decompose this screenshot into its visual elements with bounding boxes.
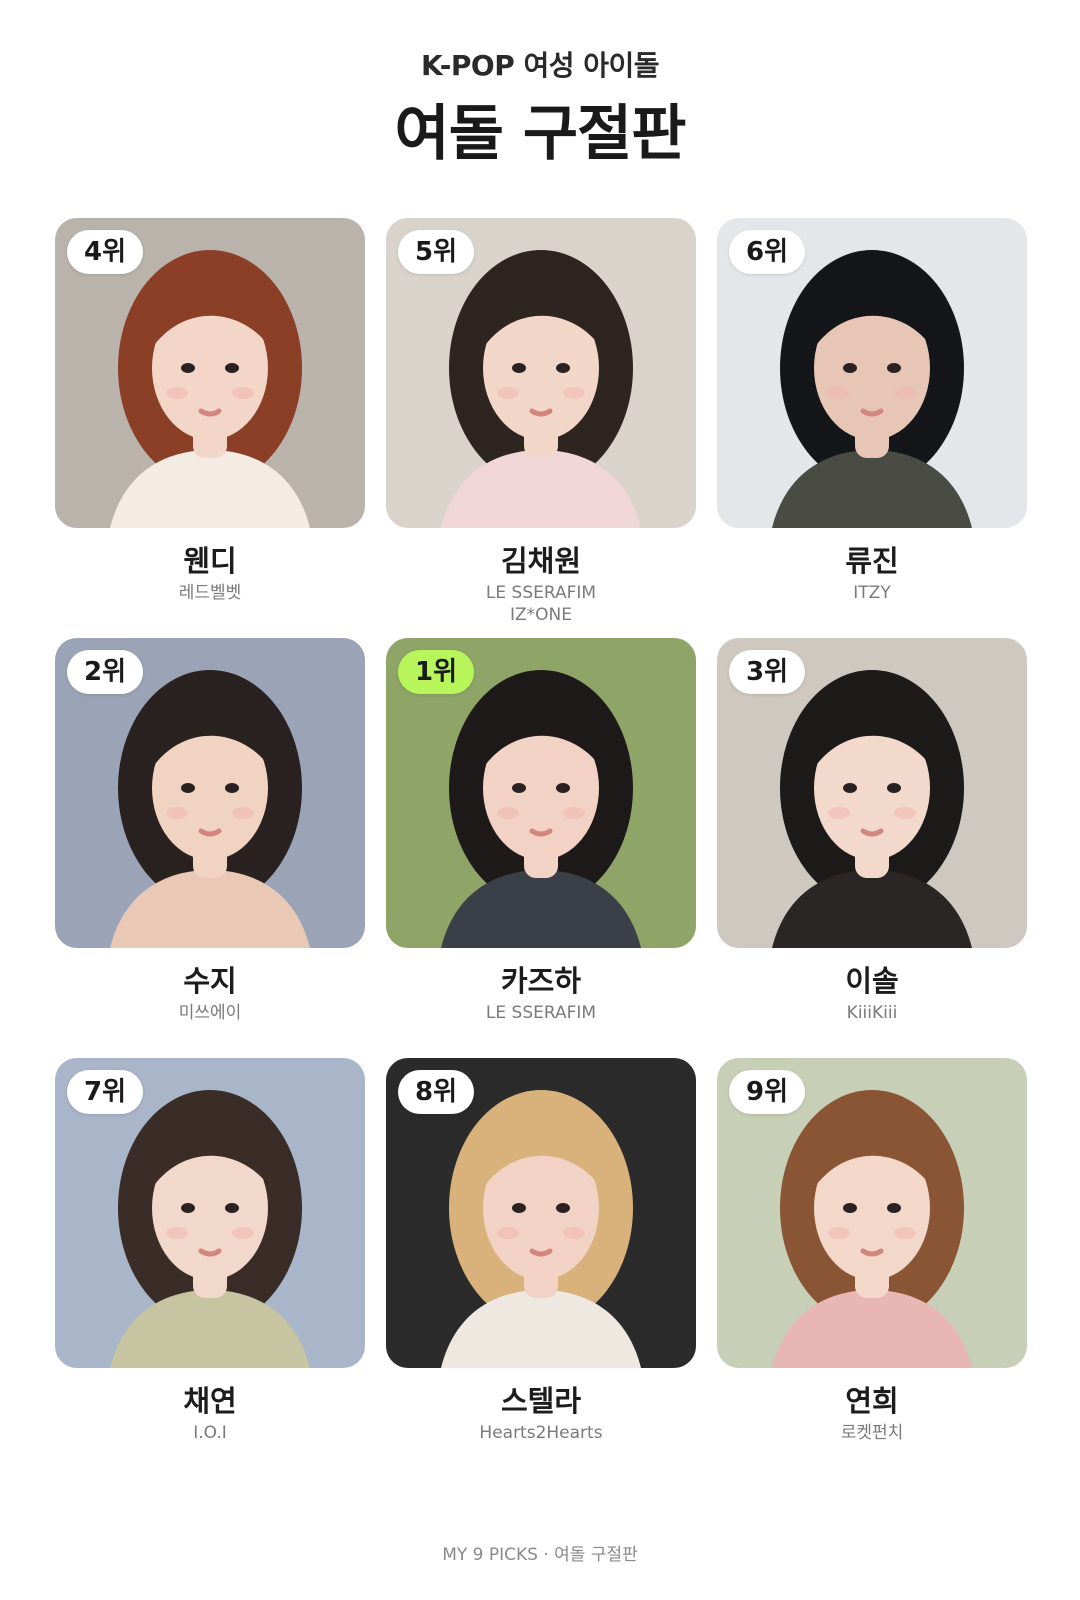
idol-name: 김채원 — [500, 544, 582, 578]
rank-badge: 9위 — [729, 1070, 805, 1114]
idol-name: 수지 — [183, 964, 237, 998]
idol-card[interactable]: 7위 채연 I.O.I — [55, 1058, 365, 1478]
idol-group: LE SSERAFIM IZ*ONE — [485, 583, 597, 625]
rank-badge: 1위 — [398, 650, 474, 694]
idol-group: KiiiKiii — [846, 1003, 898, 1023]
idol-name: 연희 — [845, 1384, 899, 1418]
idol-card[interactable]: 3위 이솔 KiiiKiii — [717, 638, 1027, 1058]
rank-badge: 2위 — [67, 650, 143, 694]
idol-card[interactable]: 9위 연희 로켓펀치 — [717, 1058, 1027, 1478]
idol-name: 웬디 — [183, 544, 237, 578]
idol-name: 채연 — [183, 1384, 237, 1418]
idol-group: 로켓펀치 — [840, 1423, 904, 1443]
rank-badge: 3위 — [729, 650, 805, 694]
rank-badge: 4위 — [67, 230, 143, 274]
rank-badge: 8위 — [398, 1070, 474, 1114]
rank-badge: 6위 — [729, 230, 805, 274]
idol-name: 스텔라 — [500, 1384, 582, 1418]
idol-name: 카즈하 — [500, 964, 582, 998]
idol-card[interactable]: 2위 수지 미쓰에이 — [55, 638, 365, 1058]
idol-grid: 4위 웬디 레드벨벳 5위 김채원 LE SSERAFIM IZ*ONE 6위 … — [55, 218, 1027, 1478]
page-header: K-POP 여성 아이돌 여돌 구절판 — [0, 46, 1080, 170]
rank-badge: 5위 — [398, 230, 474, 274]
page-subtitle: K-POP 여성 아이돌 — [420, 49, 660, 82]
rank-badge: 7위 — [67, 1070, 143, 1114]
idol-group: 레드벨벳 — [178, 583, 242, 603]
idol-card[interactable]: 5위 김채원 LE SSERAFIM IZ*ONE — [386, 218, 696, 638]
idol-card[interactable]: 4위 웬디 레드벨벳 — [55, 218, 365, 638]
idol-card[interactable]: 6위 류진 ITZY — [717, 218, 1027, 638]
idol-card[interactable]: 1위 카즈하 LE SSERAFIM — [386, 638, 696, 1058]
page-title: 여돌 구절판 — [394, 99, 687, 169]
idol-group: ITZY — [853, 583, 891, 603]
page-footer: MY 9 PICKS · 여돌 구절판 — [442, 1545, 638, 1565]
idol-group: Hearts2Hearts — [479, 1423, 603, 1443]
idol-name: 이솔 — [845, 964, 899, 998]
idol-group: I.O.I — [193, 1423, 227, 1443]
idol-card[interactable]: 8위 스텔라 Hearts2Hearts — [386, 1058, 696, 1478]
idol-group: LE SSERAFIM — [485, 1003, 597, 1023]
idol-name: 류진 — [845, 544, 899, 578]
idol-group: 미쓰에이 — [178, 1003, 242, 1023]
